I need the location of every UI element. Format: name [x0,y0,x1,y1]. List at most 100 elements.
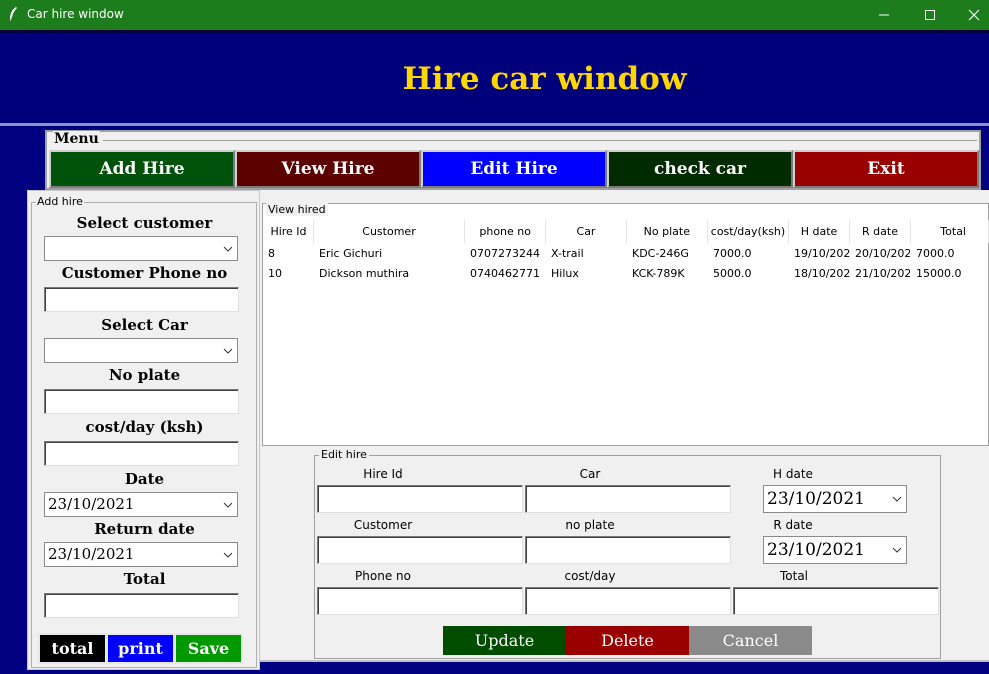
add-hire-button[interactable]: Add Hire [49,150,235,188]
phone-label: Phone no [355,569,411,583]
car-label: Car [579,467,601,481]
edit-car-field[interactable] [525,485,731,513]
maximize-icon [925,10,935,20]
edit-phone-field[interactable] [317,587,523,615]
no-plate-label-edit: no plate [565,518,615,532]
cell-cost: 5000.0 [713,267,752,280]
exit-button[interactable]: Exit [793,150,979,188]
edit-hire-button[interactable]: Edit Hire [421,150,607,188]
menu-legend: Menu [53,131,100,147]
return-date-label: Return date [94,520,195,538]
cost-per-day-field[interactable] [44,441,239,466]
view-hired-legend: View hired [266,203,328,216]
minimize-icon [879,14,889,16]
column-header[interactable]: Total [911,220,989,243]
date-value: 23/10/2021 [48,495,135,513]
column-header[interactable]: No plate [627,220,708,243]
column-header[interactable]: Car [546,220,627,243]
edit-cost-field[interactable] [525,587,731,615]
hire-id-label: Hire Id [363,467,403,481]
cell-no-plate: KCK-789K [632,267,685,280]
edit-r-date-value: 23/10/2021 [767,540,865,560]
cell-cost: 7000.0 [713,247,752,260]
select-car-label: Select Car [101,316,188,334]
minimize-button[interactable] [861,0,907,30]
select-customer-label: Select customer [76,214,213,232]
table-row[interactable]: 8 Eric Gichuri 0707273244 X-trail KDC-24… [264,244,989,264]
maximize-button[interactable] [907,0,953,30]
return-date-picker[interactable]: 23/10/2021 [44,542,238,567]
edit-h-date-value: 23/10/2021 [767,489,865,509]
menu-divider [103,140,977,141]
cell-car: X-trail [551,247,584,260]
table-row[interactable]: 10 Dickson muthira 0740462771 Hilux KCK-… [264,264,989,284]
total-label: Total [123,570,166,588]
save-button[interactable]: Save [174,633,243,664]
no-plate-label: No plate [108,366,181,384]
customer-phone-label: Customer Phone no [61,264,228,282]
edit-h-date-picker[interactable]: 23/10/2021 [763,485,907,513]
edit-hire-id-field[interactable] [317,485,523,513]
check-car-button[interactable]: check car [607,150,793,188]
cancel-button[interactable]: Cancel [689,626,812,655]
window-titlebar: Car hire window [0,0,989,30]
column-header[interactable]: H date [789,220,850,243]
table-header: Hire Id Customer phone no Car No plate c… [264,220,989,243]
add-hire-panel: Add hire Select customer Customer Phone … [27,190,260,670]
cell-customer: Dickson muthira [319,267,410,280]
column-header[interactable]: Hire Id [264,220,314,243]
select-customer-combo[interactable] [44,236,238,261]
cell-no-plate: KDC-246G [632,247,689,260]
cell-h-date: 19/10/202 [794,247,850,260]
chevron-down-icon [223,502,233,508]
cell-h-date: 18/10/202 [794,267,850,280]
date-picker[interactable]: 23/10/2021 [44,492,238,517]
return-date-value: 23/10/2021 [48,545,135,563]
print-button[interactable]: print [106,633,175,664]
update-button[interactable]: Update [443,626,566,655]
no-plate-field[interactable] [44,389,239,414]
column-header[interactable]: phone no [465,220,546,243]
edit-total-field[interactable] [733,587,939,615]
view-hire-button[interactable]: View Hire [235,150,421,188]
cell-r-date: 20/10/202 [855,247,910,260]
edit-hire-legend: Edit hire [319,448,369,461]
column-header[interactable]: Customer [314,220,465,243]
cell-customer: Eric Gichuri [319,247,383,260]
edit-no-plate-field[interactable] [525,536,731,564]
delete-button[interactable]: Delete [566,626,689,655]
column-header[interactable]: cost/day(ksh) [708,220,789,243]
customer-label: Customer [353,518,413,532]
menu-frame: Menu Add Hire View Hire Edit Hire check … [45,130,981,190]
chevron-down-icon [892,496,902,502]
chevron-down-icon [223,552,233,558]
chevron-down-icon [223,348,233,354]
edit-r-date-picker[interactable]: 23/10/2021 [763,536,907,564]
edit-customer-field[interactable] [317,536,523,564]
feather-icon [9,7,17,22]
cell-total: 15000.0 [916,267,962,280]
chevron-down-icon [223,246,233,252]
h-date-label: H date [773,467,813,481]
bottom-divider [260,660,989,662]
app-header: Hire car window [0,30,989,126]
add-hire-legend: Add hire [36,195,84,208]
date-label: Date [124,470,165,488]
total-field[interactable] [44,593,239,618]
cost-per-day-label: cost/day (ksh) [85,418,204,436]
chevron-down-icon [892,547,902,553]
cell-phone: 0740462771 [470,267,540,280]
select-car-combo[interactable] [44,338,238,363]
close-button[interactable] [951,0,989,30]
cell-car: Hilux [551,267,579,280]
cell-hire-id: 10 [268,267,282,280]
total-label-edit: Total [779,569,809,583]
cell-phone: 0707273244 [470,247,540,260]
cell-total: 7000.0 [916,247,955,260]
customer-phone-field[interactable] [44,287,239,312]
total-button[interactable]: total [38,633,107,664]
cell-r-date: 21/10/202 [855,267,910,280]
page-title: Hire car window [402,61,687,97]
column-header[interactable]: R date [850,220,911,243]
cell-hire-id: 8 [268,247,275,260]
